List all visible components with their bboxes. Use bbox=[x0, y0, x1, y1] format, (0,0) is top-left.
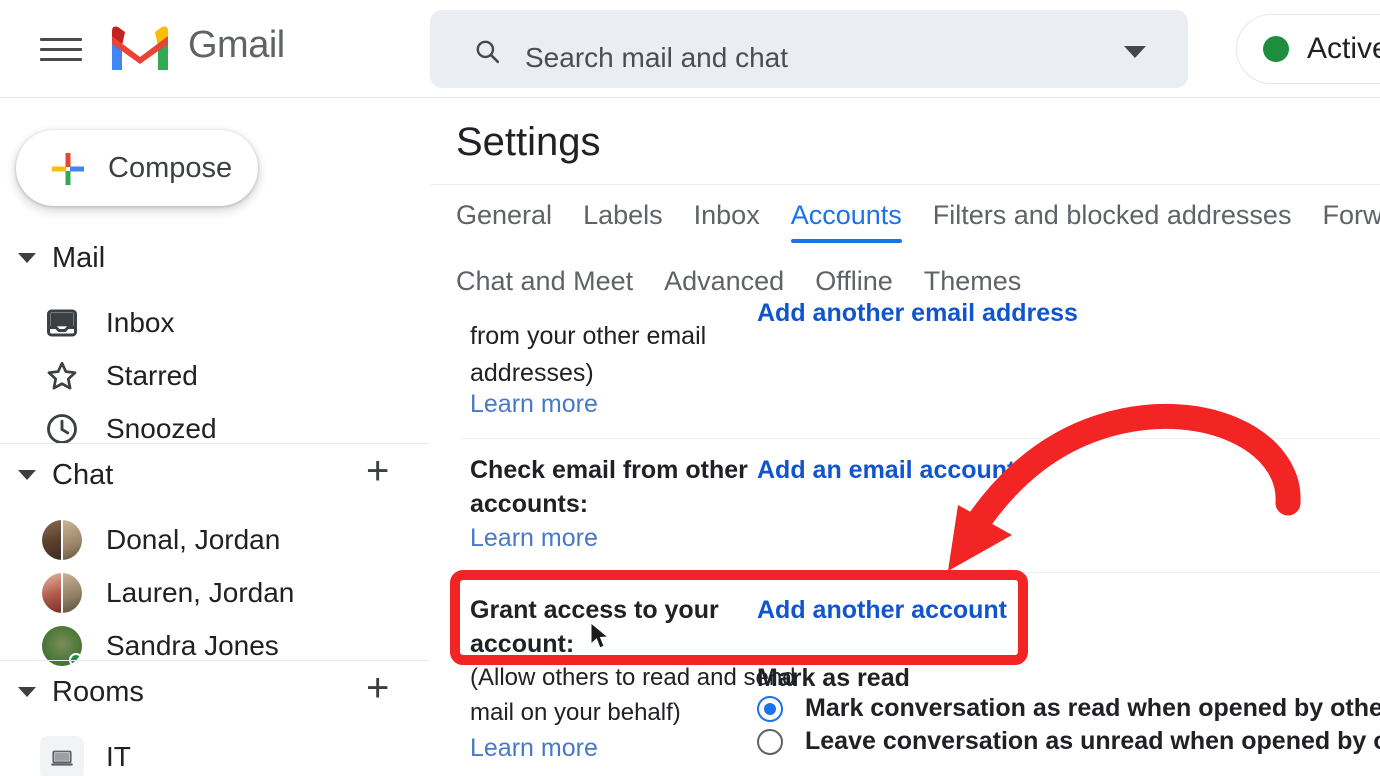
search-placeholder-text: Search mail and chat bbox=[525, 42, 789, 73]
sidebar-item-label: Lauren, Jordan bbox=[106, 577, 295, 608]
avatar-split bbox=[61, 573, 63, 613]
caret-down-icon bbox=[18, 253, 36, 263]
section-divider bbox=[462, 572, 1380, 573]
page-title: Settings bbox=[456, 120, 601, 164]
avatar-half bbox=[62, 573, 82, 613]
sidebar: Compose Mail Inbox Starred Snoozed Chat … bbox=[0, 98, 430, 776]
avatar-split bbox=[61, 520, 63, 560]
compose-button[interactable]: Compose bbox=[16, 130, 258, 206]
sidebar-item-chat-donal-jordan[interactable]: Donal, Jordan bbox=[0, 513, 430, 567]
tab-filters-and-blocked-addresses[interactable]: Filters and blocked addresses bbox=[933, 200, 1292, 243]
hamburger-bar bbox=[40, 47, 82, 51]
laptop-icon bbox=[40, 736, 84, 776]
sidebar-group-label: Chat bbox=[52, 458, 114, 491]
add-another-account-link[interactable]: Add another account bbox=[757, 593, 1007, 627]
add-chat-button[interactable]: + bbox=[366, 451, 389, 491]
top-bar: Gmail Search mail and chat Active bbox=[0, 0, 1380, 98]
tab-accounts[interactable]: Accounts bbox=[790, 200, 902, 243]
sidebar-group-label: Mail bbox=[52, 241, 106, 274]
sidebar-item-label: IT bbox=[106, 741, 131, 772]
mouse-pointer-icon bbox=[590, 622, 610, 649]
caret-down-icon bbox=[18, 470, 36, 480]
status-badge[interactable]: Active bbox=[1236, 14, 1380, 84]
avatar-half bbox=[42, 520, 62, 560]
avatar-half bbox=[62, 520, 82, 560]
send-mail-as-learn-more-link[interactable]: Learn more bbox=[470, 387, 598, 421]
check-email-learn-more-link[interactable]: Learn more bbox=[470, 521, 598, 555]
sidebar-item-inbox[interactable]: Inbox bbox=[0, 296, 430, 350]
sidebar-item-room-it[interactable]: IT bbox=[0, 730, 430, 776]
sidebar-item-label: Starred bbox=[106, 360, 198, 391]
gmail-settings-screen: Gmail Search mail and chat Active Comp bbox=[0, 0, 1380, 776]
mark-as-read-title: Mark as read bbox=[757, 664, 910, 692]
sidebar-group-label: Rooms bbox=[52, 675, 144, 708]
radio-leave-conversation-as-unread[interactable]: Leave conversation as unread when opened… bbox=[757, 727, 1380, 756]
sidebar-item-chat-lauren-jordan[interactable]: Lauren, Jordan bbox=[0, 566, 430, 620]
tab-labels[interactable]: Labels bbox=[583, 200, 663, 243]
check-email-label-line2: accounts: bbox=[470, 490, 589, 518]
search-input[interactable]: Search mail and chat bbox=[430, 10, 1188, 88]
sidebar-divider bbox=[0, 443, 430, 444]
radio-mark-conversation-as-read[interactable]: Mark conversation as read when opened by… bbox=[757, 694, 1380, 723]
hamburger-bar bbox=[40, 57, 82, 61]
chevron-down-icon[interactable] bbox=[1124, 46, 1146, 58]
clock-icon bbox=[47, 414, 77, 444]
plus-icon bbox=[52, 153, 84, 185]
caret-down-icon bbox=[18, 687, 36, 697]
sidebar-item-starred[interactable]: Starred bbox=[0, 349, 430, 403]
grant-access-desc-line2: mail on your behalf) bbox=[470, 699, 681, 726]
sidebar-item-label: Donal, Jordan bbox=[106, 524, 281, 555]
grant-access-learn-more-link[interactable]: Learn more bbox=[470, 731, 598, 765]
send-mail-as-desc-line2: addresses) bbox=[470, 359, 594, 387]
inbox-icon bbox=[47, 309, 77, 337]
send-mail-as-desc-line1: from your other email bbox=[470, 322, 707, 350]
sidebar-group-mail[interactable]: Mail bbox=[18, 238, 105, 278]
tab-forwarding[interactable]: Forwarding bbox=[1322, 200, 1380, 243]
gmail-logo-icon[interactable] bbox=[108, 22, 172, 72]
radio-label: Mark conversation as read when opened by… bbox=[805, 694, 1380, 722]
tab-general[interactable]: General bbox=[456, 200, 552, 243]
settings-main: Settings General Labels Inbox Accounts F… bbox=[430, 98, 1380, 776]
radio-label: Leave conversation as unread when opened… bbox=[805, 727, 1380, 755]
radio-button[interactable] bbox=[757, 695, 783, 722]
sidebar-item-chat-sandra-jones[interactable]: Sandra Jones bbox=[0, 619, 430, 673]
hamburger-bar bbox=[40, 37, 82, 41]
title-divider bbox=[430, 184, 1380, 185]
avatar bbox=[42, 520, 82, 560]
star-icon bbox=[47, 361, 77, 390]
sidebar-group-chat[interactable]: Chat bbox=[18, 455, 113, 495]
sidebar-group-rooms[interactable]: Rooms bbox=[18, 672, 144, 712]
sidebar-item-snoozed[interactable]: Snoozed bbox=[0, 402, 430, 456]
sidebar-divider bbox=[0, 660, 430, 661]
grant-access-desc-line1: (Allow others to read and send bbox=[470, 664, 796, 691]
settings-tabs-row-1: General Labels Inbox Accounts Filters an… bbox=[456, 200, 1380, 243]
grant-access-label-line2: account: bbox=[470, 630, 575, 658]
radio-button[interactable] bbox=[757, 728, 783, 755]
check-email-label-line1: Check email from other bbox=[470, 456, 748, 484]
add-an-email-account-link[interactable]: Add an email account bbox=[757, 453, 1015, 487]
add-another-email-address-link[interactable]: Add another email address bbox=[757, 296, 1078, 330]
sidebar-item-label: Inbox bbox=[106, 307, 175, 338]
sidebar-item-label: Snoozed bbox=[106, 413, 217, 444]
search-icon bbox=[476, 40, 500, 64]
hamburger-menu-icon[interactable] bbox=[40, 30, 82, 68]
tab-inbox[interactable]: Inbox bbox=[694, 200, 760, 243]
tab-chat-and-meet[interactable]: Chat and Meet bbox=[456, 266, 633, 309]
avatar bbox=[42, 573, 82, 613]
add-room-button[interactable]: + bbox=[366, 668, 389, 708]
avatar-half bbox=[42, 573, 62, 613]
compose-label: Compose bbox=[108, 152, 233, 184]
gmail-brand-label: Gmail bbox=[188, 24, 285, 66]
status-label: Active bbox=[1307, 32, 1380, 65]
section-divider bbox=[462, 438, 1380, 439]
status-dot-icon bbox=[1263, 36, 1289, 62]
settings-content: Add another email address from your othe… bbox=[430, 299, 1380, 776]
sidebar-item-label: Sandra Jones bbox=[106, 630, 279, 661]
